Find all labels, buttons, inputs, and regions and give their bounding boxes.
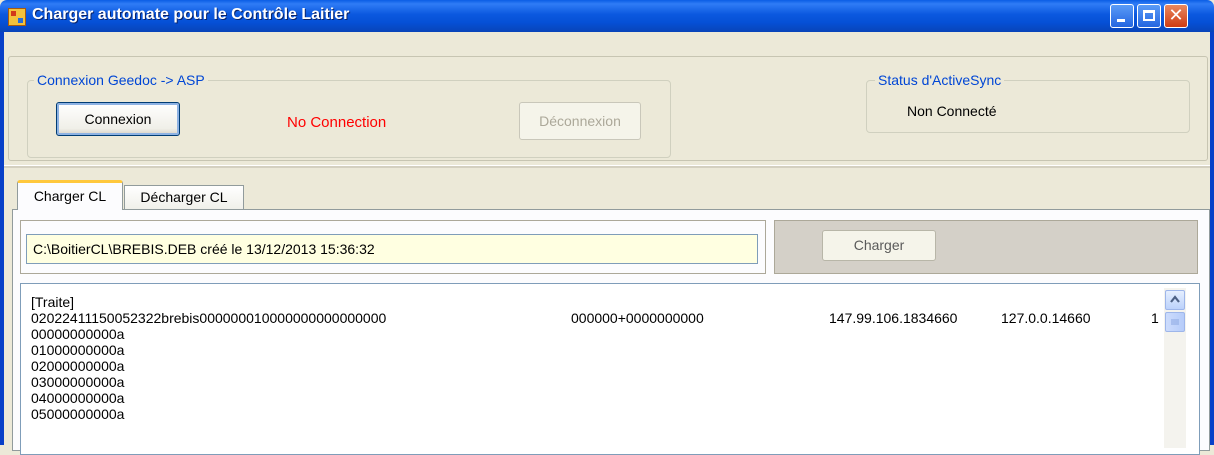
tab-charger-cl[interactable]: Charger CL bbox=[17, 180, 123, 210]
minimize-button[interactable] bbox=[1110, 4, 1134, 28]
app-icon[interactable] bbox=[8, 8, 26, 26]
window-title: Charger automate pour le Contrôle Laitie… bbox=[32, 6, 350, 23]
minimize-icon bbox=[1117, 19, 1125, 22]
window-frame-left bbox=[0, 32, 4, 445]
log-line: 02022411150052322brebis00000001000000000… bbox=[31, 310, 387, 326]
maximize-icon bbox=[1143, 10, 1155, 21]
grip-icon bbox=[1171, 319, 1179, 325]
connection-legend: Connexion Geedoc -> ASP bbox=[34, 72, 208, 88]
charger-button[interactable]: Charger bbox=[822, 230, 936, 261]
scroll-thumb[interactable] bbox=[1165, 312, 1185, 332]
log-cell: 000000+0000000000 bbox=[571, 310, 704, 326]
log-line: 04000000000a bbox=[31, 390, 125, 406]
disconnect-button[interactable]: Déconnexion bbox=[519, 102, 641, 140]
log-listbox[interactable]: [Traite] 02022411150052322brebis00000001… bbox=[20, 283, 1200, 455]
log-line: 00000000000a bbox=[31, 326, 125, 342]
splitter[interactable] bbox=[4, 165, 1210, 168]
log-line: [Traite] bbox=[31, 294, 75, 310]
close-icon: ✕ bbox=[1168, 5, 1184, 26]
activesync-status: Non Connecté bbox=[907, 103, 997, 119]
maximize-button[interactable] bbox=[1137, 4, 1161, 28]
log-cell: 147.99.106.1834660 bbox=[829, 310, 958, 326]
close-button[interactable]: ✕ bbox=[1164, 4, 1188, 28]
log-line: 05000000000a bbox=[31, 406, 125, 422]
scroll-up-button[interactable] bbox=[1165, 290, 1185, 310]
activesync-legend: Status d'ActiveSync bbox=[875, 72, 1005, 88]
log-line: 03000000000a bbox=[31, 374, 125, 390]
file-path-field[interactable]: C:\BoitierCL\BREBIS.DEB créé le 13/12/20… bbox=[26, 234, 758, 264]
chevron-up-icon bbox=[1170, 295, 1180, 303]
connect-button[interactable]: Connexion bbox=[56, 102, 180, 136]
log-line: 02000000000a bbox=[31, 358, 125, 374]
title-bar[interactable]: Charger automate pour le Contrôle Laitie… bbox=[0, 0, 1214, 32]
tab-decharger-cl[interactable]: Décharger CL bbox=[124, 185, 244, 209]
log-cell: 1 bbox=[1151, 310, 1159, 326]
log-line: 01000000000a bbox=[31, 342, 125, 358]
log-cell: 127.0.0.14660 bbox=[1001, 310, 1091, 326]
window-frame-right bbox=[1210, 32, 1214, 445]
connection-status: No Connection bbox=[287, 114, 387, 131]
